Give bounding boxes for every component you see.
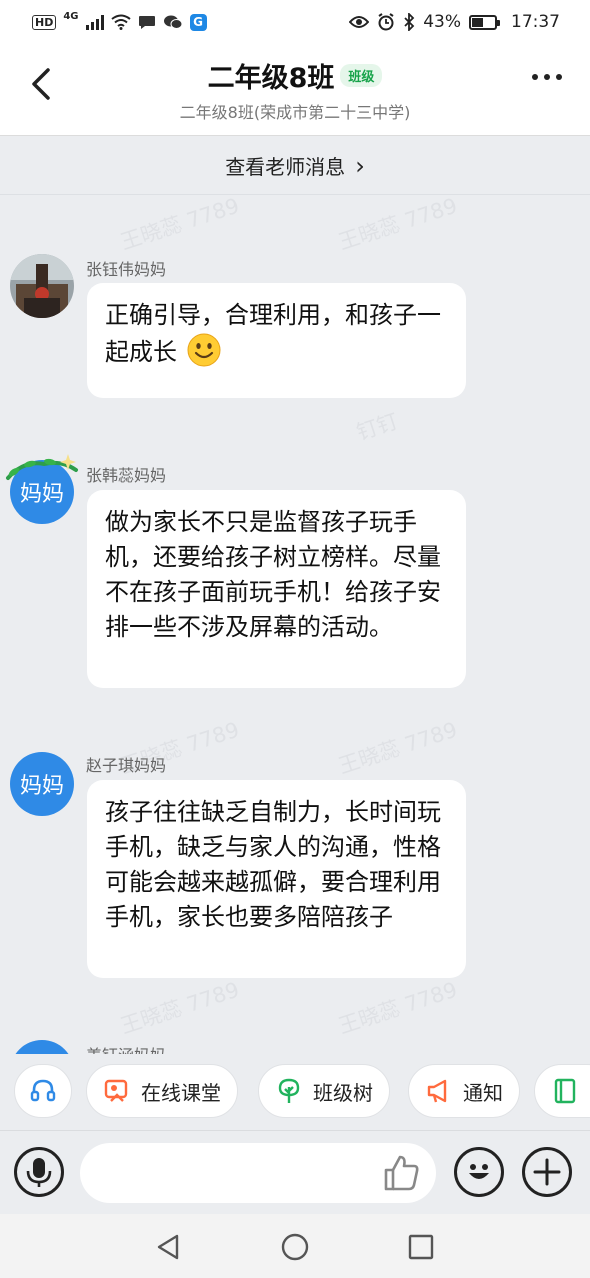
notebook-button[interactable] — [534, 1064, 590, 1118]
view-teacher-messages-link[interactable]: 查看老师消息 › — [0, 137, 590, 195]
emoji-button[interactable] — [454, 1147, 504, 1197]
more-icon — [532, 74, 562, 80]
smile-emoji — [187, 333, 221, 367]
message-text: 孩子往往缺乏自制力，长时间玩手机，缺乏与家人的沟通，性格可能会越来越孤僻，要合理… — [105, 798, 441, 931]
emoji-icon — [469, 1164, 489, 1179]
like-button[interactable] — [380, 1151, 424, 1195]
sender-name: 张韩蕊妈妈 — [86, 466, 167, 485]
voice-button[interactable] — [14, 1147, 64, 1197]
chevron-right-icon: › — [355, 151, 365, 180]
page-subtitle: 二年级8班(荣成市第二十三中学) — [179, 103, 411, 122]
sender-name: 张钰伟妈妈 — [86, 260, 167, 279]
chat-area[interactable]: 王晓蕊 7789 王晓蕊 7789 钉钉 王晓蕊 7789 王晓蕊 7789 王… — [0, 196, 590, 1054]
chat-header: 二年级8班 班级 二年级8班(荣成市第二十三中学) — [0, 44, 590, 136]
nav-home-icon — [281, 1233, 309, 1261]
watermark-text: 王晓蕊 7789 — [335, 196, 461, 255]
signal-icon — [85, 14, 104, 30]
headset-button[interactable] — [14, 1064, 72, 1118]
plus-icon — [533, 1158, 561, 1186]
bluetooth-icon — [404, 13, 415, 31]
message-bubble[interactable]: 孩子往往缺乏自制力，长时间玩手机，缺乏与家人的沟通，性格可能会越来越孤僻，要合理… — [87, 780, 466, 978]
nav-home-button[interactable] — [280, 1232, 310, 1262]
avatar-label: 妈妈 — [19, 774, 64, 799]
photo-avatar-icon — [10, 254, 74, 318]
wifi-icon — [110, 14, 131, 30]
alarm-icon — [378, 13, 394, 31]
watermark-text: 王晓蕊 7789 — [117, 977, 243, 1039]
watermark-text: 王晓蕊 7789 — [335, 717, 461, 779]
status-bar: HD 4G G 43% 17:37 — [0, 0, 590, 44]
title-block: 二年级8班 班级 二年级8班(荣成市第二十三中学) — [0, 56, 590, 123]
notice-button[interactable]: 通知 — [408, 1064, 520, 1118]
nav-recents-icon — [408, 1234, 434, 1260]
avatar[interactable] — [10, 254, 74, 318]
sender-name: 姜钰涵妈妈 — [86, 1042, 166, 1054]
watermark-text: 王晓蕊 7789 — [335, 977, 461, 1039]
class-tree-label: 班级树 — [313, 1080, 373, 1105]
wechat-icon — [163, 15, 183, 29]
battery-percent: 43% — [423, 12, 461, 32]
headset-icon — [30, 1079, 56, 1102]
microphone-icon — [26, 1158, 52, 1187]
thumbs-up-icon — [384, 1155, 419, 1191]
wreath-decoration-icon — [6, 454, 78, 480]
clock: 17:37 — [511, 12, 560, 32]
notebook-icon — [554, 1078, 576, 1104]
nav-back-icon — [157, 1234, 179, 1260]
notice-label: 通知 — [463, 1080, 503, 1105]
page-title: 二年级8班 — [207, 63, 335, 94]
status-right: 43% 17:37 — [349, 12, 560, 32]
more-actions-button[interactable] — [522, 1147, 572, 1197]
quick-action-bar: 在线课堂 班级树 通知 — [0, 1054, 590, 1130]
megaphone-icon — [427, 1079, 447, 1103]
battery-icon — [469, 14, 500, 30]
chat-bubble-icon — [138, 16, 155, 29]
online-class-icon — [104, 1079, 128, 1102]
avatar[interactable]: 妈妈 — [10, 752, 74, 816]
online-class-label: 在线课堂 — [141, 1080, 221, 1105]
teacher-link-label: 查看老师消息 — [225, 155, 346, 179]
nav-back-button[interactable] — [153, 1232, 183, 1262]
more-button[interactable] — [532, 74, 562, 80]
system-nav-bar — [0, 1214, 590, 1278]
tree-icon — [278, 1078, 300, 1103]
input-bar — [0, 1130, 590, 1214]
app-icon: G — [189, 13, 207, 31]
message-text: 正确引导，合理利用，和孩子一起成长 — [105, 301, 441, 366]
status-left: HD 4G G — [32, 10, 207, 31]
watermark-text: 王晓蕊 7789 — [117, 196, 243, 255]
class-tree-button[interactable]: 班级树 — [258, 1064, 390, 1118]
online-class-button[interactable]: 在线课堂 — [86, 1064, 238, 1118]
network-type: 4G — [63, 10, 79, 22]
class-badge: 班级 — [340, 64, 383, 87]
watermark-text: 钉钉 — [353, 409, 401, 445]
avatar[interactable] — [10, 1040, 74, 1054]
nav-recents-button[interactable] — [406, 1232, 436, 1262]
message-bubble[interactable]: 正确引导，合理利用，和孩子一起成长 — [87, 283, 466, 398]
sender-name: 赵子琪妈妈 — [86, 756, 167, 775]
message-bubble[interactable]: 做为家长不只是监督孩子玩手机，还要给孩子树立榜样。尽量不在孩子面前玩手机！给孩子… — [87, 490, 466, 688]
message-text: 做为家长不只是监督孩子玩手机，还要给孩子树立榜样。尽量不在孩子面前玩手机！给孩子… — [105, 508, 441, 641]
eye-icon — [349, 16, 370, 28]
hd-icon: HD — [32, 14, 57, 30]
